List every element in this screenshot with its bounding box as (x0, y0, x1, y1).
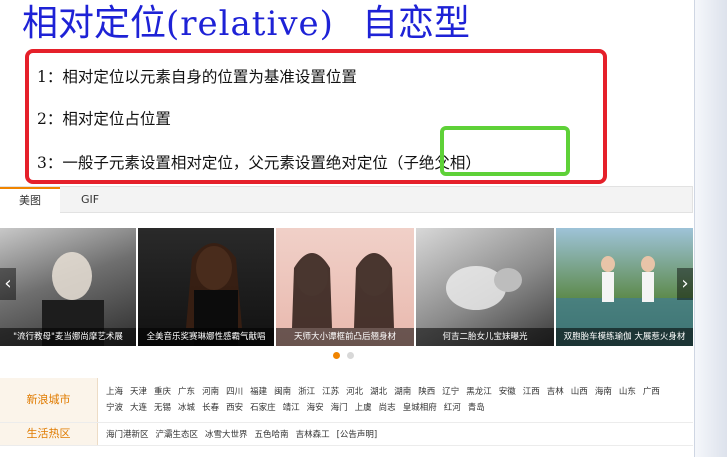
city-link[interactable]: 广西 (643, 385, 660, 397)
tab-gif[interactable]: GIF (78, 187, 102, 213)
city-link[interactable]: 冰雪大世界 (205, 428, 248, 440)
title-relative: (relative) (166, 4, 334, 44)
city-link[interactable]: 广东 (178, 385, 195, 397)
carousel-next-button[interactable]: › (677, 268, 693, 300)
city-link[interactable]: 皇城相府 (403, 401, 437, 413)
city-link[interactable]: 福建 (250, 385, 267, 397)
row-divider (0, 445, 693, 446)
city-links-panel: 新浪城市 生活热区 上海 天津 重庆 广东 河南 四川 福建 闽南 浙江 江苏 河北 湖北 湖南 陕西 辽宁… (0, 378, 693, 457)
gallery-photo-4[interactable]: 何吉二胎女儿宝妹曝光 (416, 228, 554, 346)
city-link[interactable]: 海门港新区 (106, 428, 149, 440)
city-link[interactable]: 四川 (226, 385, 243, 397)
gallery-photo-1[interactable]: "流行教母"麦当娜尚摩艺术展 (0, 228, 136, 346)
city-link[interactable]: 上海 (106, 385, 123, 397)
city-link[interactable]: 黑龙江 (466, 385, 492, 397)
city-link[interactable]: 山西 (571, 385, 588, 397)
city-link[interactable]: 海南 (595, 385, 612, 397)
city-link[interactable]: 江苏 (322, 385, 339, 397)
label-sina-cities: 新浪城市 (0, 378, 98, 422)
city-link[interactable]: 江西 (523, 385, 540, 397)
city-link[interactable]: 浙江 (298, 385, 315, 397)
carousel-dot-active[interactable] (333, 352, 340, 359)
point-3: 3：一般子元素设置相对定位，父元素设置绝对定位（子绝父相） (37, 154, 481, 172)
photo-carousel: "流行教母"麦当娜尚摩艺术展 全美音乐奖赛琳娜性感霸气献唱 天师大小谭框前凸后翘… (0, 228, 693, 346)
city-link[interactable]: 吉林森工 (296, 428, 330, 440)
city-link[interactable]: 无锡 (154, 401, 171, 413)
title-main: 相对定位 (22, 3, 167, 44)
city-link[interactable]: 河北 (346, 385, 363, 397)
city-link[interactable]: 红河 (444, 401, 461, 413)
city-link[interactable]: 河南 (202, 385, 219, 397)
city-link[interactable]: 长春 (202, 401, 219, 413)
gallery-photo-2[interactable]: 全美音乐奖赛琳娜性感霸气献唱 (138, 228, 274, 346)
gallery-caption-2: 全美音乐奖赛琳娜性感霸气献唱 (138, 328, 274, 346)
gallery-caption-4: 何吉二胎女儿宝妹曝光 (416, 328, 554, 346)
city-link[interactable]: 冰城 (178, 401, 195, 413)
tab-photos[interactable]: 美图 (0, 187, 60, 213)
gallery-photo-5[interactable]: 双胞胎车模练瑜伽 大展惹火身材 (556, 228, 693, 346)
city-link[interactable]: 安徽 (499, 385, 516, 397)
title-nickname: 自恋型 (361, 3, 470, 44)
city-link[interactable]: 石家庄 (250, 401, 276, 413)
city-link[interactable]: 吉林 (547, 385, 564, 397)
gallery-caption-1: "流行教母"麦当娜尚摩艺术展 (0, 328, 136, 346)
city-link[interactable]: 天津 (130, 385, 147, 397)
point-2: 2：相对定位占位置 (37, 110, 171, 128)
carousel-pagination (333, 352, 363, 360)
slide-title: 相对定位(relative) 自恋型 (22, 2, 470, 46)
city-link[interactable]: 重庆 (154, 385, 171, 397)
row-divider (0, 422, 693, 423)
city-link[interactable]: 大连 (130, 401, 147, 413)
city-link[interactable]: 五色哈南 (255, 428, 289, 440)
label-life-hotspots: 生活热区 (0, 423, 98, 445)
city-link[interactable]: 湖南 (394, 385, 411, 397)
city-link[interactable]: 尚志 (379, 401, 396, 413)
city-link[interactable]: 青岛 (468, 401, 485, 413)
city-link[interactable]: 海门 (331, 401, 348, 413)
city-links-row-2: 宁波 大连 无锡 冰城 长春 西安 石家庄 靖江 海安 海门 上虞 尚志 皇城相府 红河 青岛 (106, 401, 492, 413)
city-link[interactable]: 陕西 (418, 385, 435, 397)
city-link[interactable]: 海安 (307, 401, 324, 413)
city-link[interactable]: 西安 (226, 401, 243, 413)
city-link[interactable]: 辽宁 (442, 385, 459, 397)
city-link[interactable]: 闽南 (274, 385, 291, 397)
tab-bar: 美图 GIF (0, 186, 693, 213)
gallery-photo-3[interactable]: 天师大小谭框前凸后翘身材 (276, 228, 414, 346)
city-links-row-1: 上海 天津 重庆 广东 河南 四川 福建 闽南 浙江 江苏 河北 湖北 湖南 陕西 辽宁 黑龙江 安徽 江西 吉林山… (106, 385, 667, 397)
hotspot-links-row: 海门港新区 浐灞生态区 冰雪大世界 五色哈南 吉林森工 [公告声明] (106, 428, 384, 440)
city-link[interactable]: 宁波 (106, 401, 123, 413)
city-link[interactable]: [公告声明] (337, 428, 378, 440)
carousel-dot[interactable] (347, 352, 354, 359)
highlight-box (440, 126, 570, 176)
city-link[interactable]: 湖北 (370, 385, 387, 397)
carousel-prev-button[interactable]: ‹ (0, 268, 16, 300)
gallery-caption-3: 天师大小谭框前凸后翘身材 (276, 328, 414, 346)
city-link[interactable]: 山东 (619, 385, 636, 397)
city-link[interactable]: 浐灞生态区 (156, 428, 199, 440)
point-1: 1：相对定位以元素自身的位置为基准设置位置 (37, 68, 357, 86)
window-edge (694, 0, 727, 457)
city-link[interactable]: 上虞 (355, 401, 372, 413)
city-link[interactable]: 靖江 (283, 401, 300, 413)
gallery-caption-5: 双胞胎车模练瑜伽 大展惹火身材 (556, 328, 693, 346)
